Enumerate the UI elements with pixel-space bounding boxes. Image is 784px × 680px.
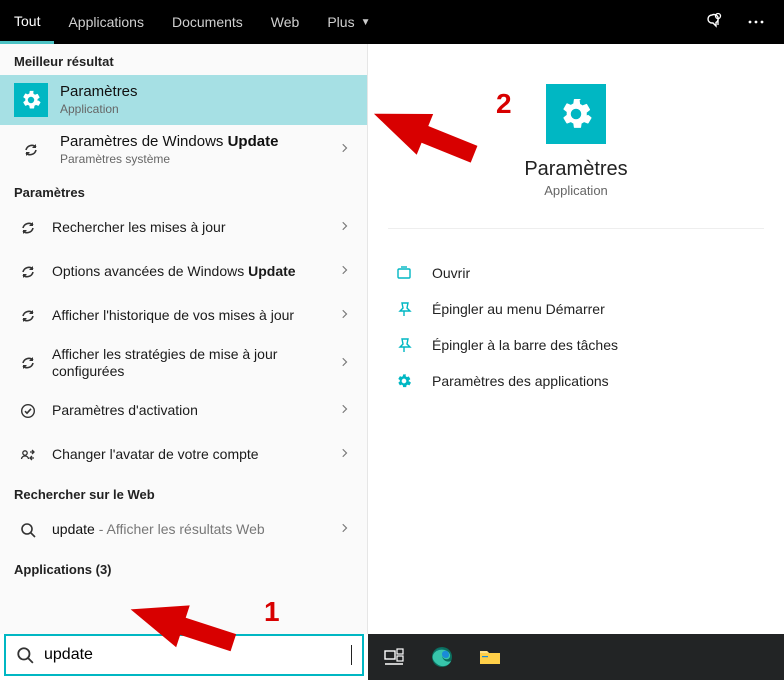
tab-more-label: Plus (327, 14, 354, 30)
second-result-row[interactable]: Paramètres de Windows Update Paramètres … (0, 125, 367, 175)
settings-item-history[interactable]: Afficher l'historique de vos mises à jou… (0, 294, 367, 338)
action-app-settings[interactable]: Paramètres des applications (396, 363, 756, 399)
chevron-right-icon (335, 445, 355, 464)
taskbar (368, 634, 784, 680)
search-tabs-bar: Tout Applications Documents Web Plus ▼ (0, 0, 784, 44)
details-title: Paramètres (524, 158, 627, 181)
action-pin-start[interactable]: Épingler au menu Démarrer (396, 291, 756, 327)
action-open[interactable]: Ouvrir (396, 255, 756, 291)
tab-all[interactable]: Tout (0, 0, 54, 44)
second-result-subtitle: Paramètres système (60, 152, 335, 167)
tab-documents[interactable]: Documents (158, 0, 257, 44)
second-result-title: Paramètres de Windows Update (60, 133, 335, 152)
refresh-icon (14, 220, 42, 236)
gear-icon (396, 373, 424, 389)
best-result-subtitle: Application (60, 102, 355, 117)
chevron-right-icon (335, 520, 355, 539)
refresh-icon (14, 308, 42, 324)
refresh-icon (14, 355, 42, 371)
settings-item-check-updates[interactable]: Rechercher les mises à jour (0, 206, 367, 250)
tab-more[interactable]: Plus ▼ (313, 0, 384, 44)
chevron-right-icon (335, 401, 355, 420)
feedback-icon[interactable] (702, 10, 726, 34)
check-circle-icon (14, 403, 42, 419)
gear-icon (546, 84, 606, 144)
pin-icon (396, 301, 424, 317)
section-best-result: Meilleur résultat (0, 44, 367, 75)
tab-web[interactable]: Web (257, 0, 314, 44)
tab-applications[interactable]: Applications (54, 0, 158, 44)
web-result-row[interactable]: update - Afficher les résultats Web (0, 508, 367, 552)
chevron-down-icon: ▼ (361, 17, 371, 28)
edge-browser-icon[interactable] (428, 643, 456, 671)
text-cursor (351, 645, 352, 665)
avatar-swap-icon (14, 447, 42, 463)
chevron-right-icon (335, 262, 355, 281)
settings-item-activation[interactable]: Paramètres d'activation (0, 389, 367, 433)
chevron-right-icon (335, 218, 355, 237)
chevron-right-icon (335, 354, 355, 373)
best-result-title: Paramètres (60, 83, 355, 102)
settings-item-avatar[interactable]: Changer l'avatar de votre compte (0, 433, 367, 477)
more-options-icon[interactable] (744, 10, 768, 34)
settings-item-advanced-options[interactable]: Options avancées de Windows Update (0, 250, 367, 294)
task-view-icon[interactable] (380, 643, 408, 671)
open-icon (396, 265, 424, 281)
search-icon (14, 522, 42, 538)
best-result-row[interactable]: Paramètres Application (0, 75, 367, 125)
details-subtitle: Application (544, 183, 608, 198)
pin-icon (396, 337, 424, 353)
search-input[interactable] (44, 646, 353, 664)
section-settings: Paramètres (0, 175, 367, 206)
results-panel: Meilleur résultat Paramètres Application… (0, 44, 368, 634)
search-icon (16, 646, 34, 664)
gear-icon (14, 83, 48, 117)
section-applications: Applications (3) (0, 552, 367, 583)
settings-item-policies[interactable]: Afficher les stratégies de mise à jour c… (0, 338, 367, 389)
section-web: Rechercher sur le Web (0, 477, 367, 508)
details-panel: Paramètres Application Ouvrir Épingler a… (368, 44, 784, 634)
search-box[interactable] (4, 634, 364, 676)
refresh-icon (14, 264, 42, 280)
refresh-icon (14, 142, 48, 158)
chevron-right-icon (335, 306, 355, 325)
file-explorer-icon[interactable] (476, 643, 504, 671)
action-pin-taskbar[interactable]: Épingler à la barre des tâches (396, 327, 756, 363)
chevron-right-icon (335, 140, 355, 159)
